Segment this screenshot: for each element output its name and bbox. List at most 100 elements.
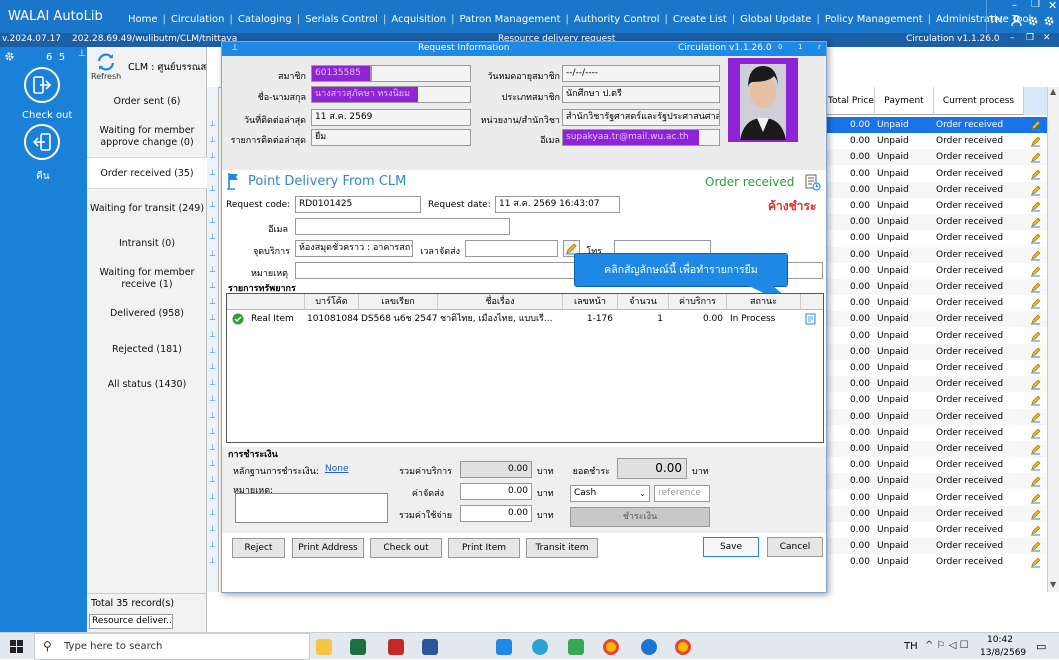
user-icon[interactable] [1011, 15, 1022, 27]
status-waiting-approve[interactable]: Waiting for member approve change (0) [87, 125, 207, 149]
payment-evidence-link[interactable]: None [325, 464, 348, 474]
restore-icon[interactable]: ❐ [1031, 0, 1040, 10]
edit-icon[interactable] [1030, 378, 1042, 390]
row-pin-icon[interactable]: ⊥ [209, 119, 216, 128]
table-row[interactable]: 0.00 Unpaid Order received [824, 376, 1059, 393]
chrome-icon[interactable] [603, 639, 619, 655]
table-row[interactable]: 0.00 Unpaid Order received [824, 441, 1059, 457]
status-waiting-transit[interactable]: Waiting for transit (249) [87, 203, 207, 215]
table-row[interactable]: 0.00 Unpaid Order received [824, 505, 1059, 522]
checkout-item-icon[interactable] [805, 313, 817, 325]
windows-start-icon[interactable] [10, 640, 23, 653]
row-pin-icon[interactable]: ⊥ [209, 346, 216, 355]
pin-icon[interactable]: ⊥ [78, 49, 86, 59]
print-item-button[interactable]: Print Item [448, 538, 520, 558]
edit-icon[interactable] [1030, 362, 1042, 374]
nav-item-create-list[interactable]: Create List [673, 14, 727, 25]
vertical-scrollbar[interactable]: ▲ ▼ [1047, 87, 1059, 592]
header-current-process[interactable]: Current process [933, 87, 1023, 115]
edit-icon[interactable] [1030, 249, 1042, 261]
restore-icon[interactable]: ❐ [1026, 33, 1034, 43]
table-row[interactable]: 0.00 Unpaid Order received [824, 149, 1059, 166]
row-pin-icon[interactable]: ⊥ [209, 249, 216, 258]
pdf-icon[interactable] [388, 639, 404, 655]
header-barcode[interactable]: บาร์โค้ด [305, 294, 359, 310]
table-row[interactable]: 0.00 Unpaid Order received [824, 554, 1059, 570]
return-button[interactable] [24, 124, 60, 160]
row-pin-icon[interactable]: ⊥ [209, 330, 216, 339]
row-pin-icon[interactable]: ⊥ [209, 443, 216, 452]
edit-icon[interactable] [1030, 524, 1042, 536]
language-toggle[interactable]: TH [989, 15, 1003, 26]
table-row[interactable]: 0.00 Unpaid Order received [824, 538, 1059, 555]
refresh-icon[interactable] [95, 52, 117, 72]
header-call-no[interactable]: เลขเรียก [359, 294, 438, 310]
clock-date[interactable]: 13/8/2569 [980, 648, 1026, 658]
table-row[interactable]: 0.00 Unpaid Order received [824, 328, 1059, 344]
check-out-button[interactable] [24, 67, 60, 103]
table-row[interactable]: 0.00 Unpaid Order received [824, 425, 1059, 441]
edit-icon[interactable] [1030, 427, 1042, 439]
cancel-button[interactable]: Cancel [767, 537, 823, 557]
edit-icon[interactable] [1030, 200, 1042, 212]
header-pages[interactable]: เลขหน้า [563, 294, 618, 310]
row-pin-icon[interactable]: ⊥ [209, 394, 216, 403]
photos-icon[interactable] [641, 639, 657, 655]
row-pin-icon[interactable]: ⊥ [209, 232, 216, 241]
edit-icon[interactable] [1030, 540, 1042, 552]
gear-icon[interactable] [4, 51, 15, 62]
excel-icon[interactable] [350, 639, 366, 655]
edit-icon[interactable] [1030, 135, 1042, 147]
row-pin-icon[interactable]: ⊥ [209, 556, 216, 565]
edit-icon[interactable] [1030, 297, 1042, 309]
row-pin-icon[interactable]: ⊥ [209, 475, 216, 484]
gear-icon[interactable] [1043, 15, 1055, 27]
taskbar-search[interactable]: ⚲ Type here to search [34, 633, 310, 660]
edit-icon[interactable] [1030, 411, 1042, 423]
status-waiting-receive[interactable]: Waiting for member receive (1) [87, 267, 207, 291]
nav-item-cataloging[interactable]: Cataloging [238, 14, 292, 25]
table-row[interactable]: 0.00 Unpaid Order received [824, 166, 1059, 182]
row-pin-icon[interactable]: ⊥ [209, 362, 216, 371]
close-icon[interactable]: r [818, 43, 821, 51]
payment-note-field[interactable] [235, 493, 388, 523]
minimize-icon[interactable]: – [1010, 33, 1015, 43]
edge-icon[interactable] [532, 639, 548, 655]
status-rejected[interactable]: Rejected (181) [87, 344, 207, 356]
nav-item-authority-control[interactable]: Authority Control [574, 14, 660, 25]
transit-item-button[interactable]: Transit item [526, 538, 598, 558]
word-icon[interactable] [422, 639, 438, 655]
pay-button[interactable]: ชำระเงิน [570, 507, 710, 527]
edit-icon[interactable] [1030, 443, 1042, 455]
restore-icon[interactable]: 1 [798, 43, 802, 51]
edit-icon[interactable] [1030, 330, 1042, 342]
drive-icon[interactable] [568, 639, 584, 655]
payment-method-select[interactable]: Cash ⌄ [570, 485, 650, 502]
table-row[interactable]: 0.00 Unpaid Order received [824, 490, 1059, 506]
header-payment[interactable]: Payment [874, 87, 933, 115]
app-window-icon[interactable] [496, 639, 512, 655]
resource-delivery-tab[interactable]: Resource deliver... [89, 614, 173, 629]
table-row[interactable]: 0.00 Unpaid Order received [824, 198, 1059, 214]
row-pin-icon[interactable]: ⊥ [209, 459, 216, 468]
pin-icon[interactable]: ⊥ [231, 43, 239, 53]
header-fee[interactable]: ค่าบริการ [669, 294, 727, 310]
delivery-email-field[interactable] [295, 218, 510, 235]
header-total-price[interactable]: Total Price [824, 87, 874, 115]
row-pin-icon[interactable]: ⊥ [209, 313, 216, 322]
nav-item-acquisition[interactable]: Acquisition [391, 14, 446, 25]
row-pin-icon[interactable]: ⊥ [209, 508, 216, 517]
table-row[interactable]: 0.00 Unpaid Order received [824, 311, 1059, 328]
edit-icon[interactable] [1030, 313, 1042, 325]
status-all[interactable]: All status (1430) [87, 379, 207, 391]
tray-icons[interactable]: ^ ⚐ ◁ ☐ [925, 640, 969, 651]
print-address-button[interactable]: Print Address [292, 538, 364, 558]
row-pin-icon[interactable]: ⊥ [209, 168, 216, 177]
row-pin-icon[interactable]: ⊥ [209, 265, 216, 274]
row-pin-icon[interactable]: ⊥ [209, 200, 216, 209]
check-out-button[interactable]: Check out [370, 538, 442, 558]
table-row[interactable]: 0.00 Unpaid Order received [824, 279, 1059, 295]
row-pin-icon[interactable]: ⊥ [209, 135, 216, 144]
chrome-icon[interactable] [675, 639, 691, 655]
keyboard-language[interactable]: TH [904, 641, 918, 652]
